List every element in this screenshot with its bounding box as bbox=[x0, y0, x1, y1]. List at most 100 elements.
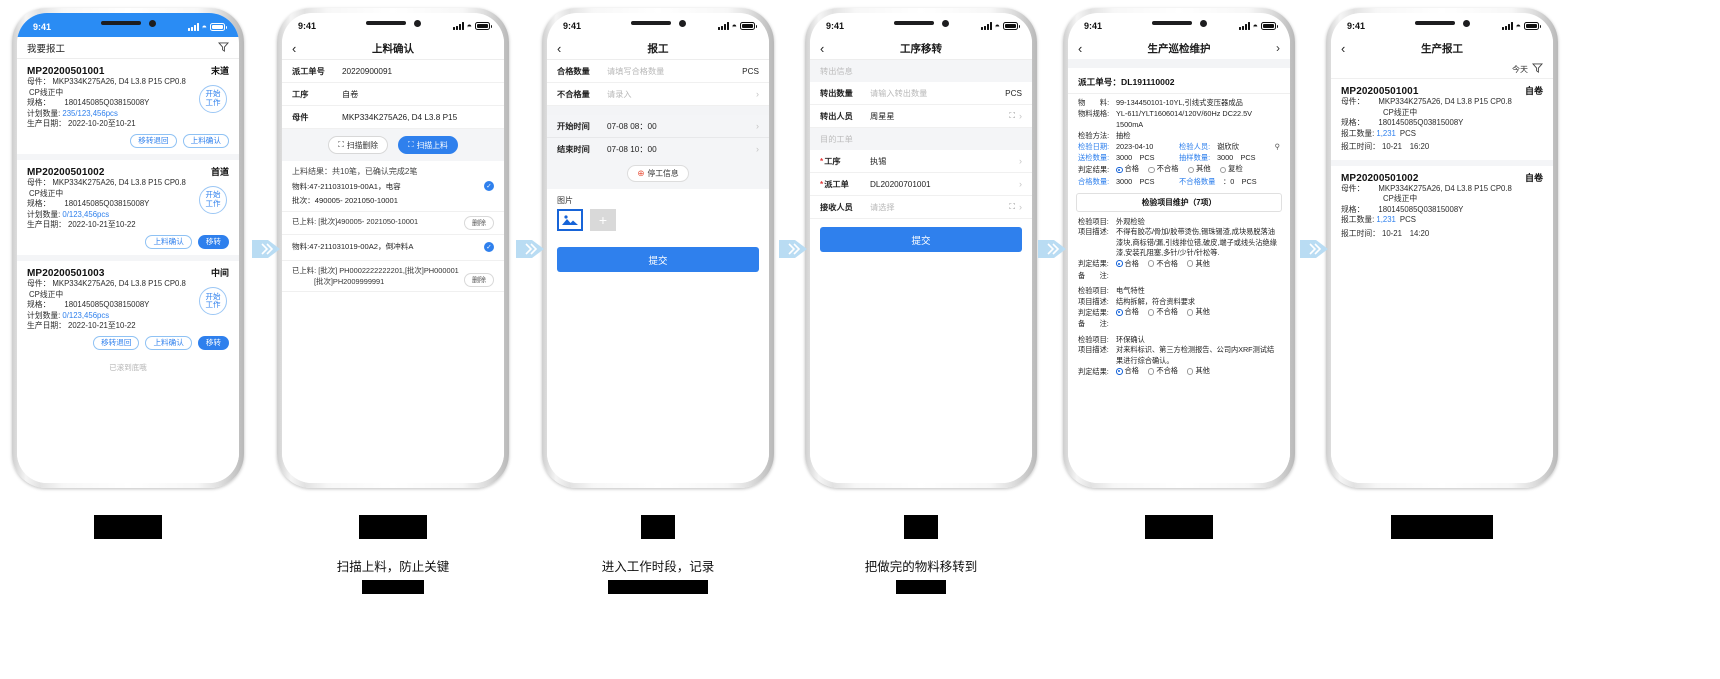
target-process-value[interactable]: 执锡 bbox=[870, 155, 1015, 167]
report-time-value: 10-21 16:20 bbox=[1381, 142, 1430, 152]
spec-label: 规格： bbox=[27, 300, 51, 310]
delete-button[interactable]: 删除 bbox=[464, 216, 494, 230]
page-title: 生产报工 bbox=[1421, 42, 1463, 55]
report-list[interactable]: MP20200501001 自卷 母件： MKP334K275A26, D4 L… bbox=[1331, 79, 1553, 483]
inspection-item-maintenance-button[interactable]: 检验项目维护（7项） bbox=[1076, 192, 1282, 212]
radio-fail[interactable]: 不合格 bbox=[1147, 307, 1178, 317]
transfer-person-row[interactable]: 转出人员 周星星 ⛶ › bbox=[810, 105, 1032, 128]
material-label: 物 料: bbox=[1078, 98, 1110, 107]
transfer-person-value[interactable]: 周星星 bbox=[870, 110, 1009, 122]
feeding-confirm-button[interactable]: 上料确认 bbox=[182, 133, 229, 149]
card-actions: 移转退回 上料确认 bbox=[27, 133, 229, 149]
radio-pass[interactable]: 合格 bbox=[1116, 259, 1139, 269]
item-desc-row: 项目描述: 对来料标识、第三方检测报告、公司内XRF测试结果进行综合确认。 bbox=[1078, 345, 1280, 365]
receiver-value[interactable]: 请选择 bbox=[870, 201, 1009, 213]
table-row[interactable]: MP20200501003 中间 母件： MKP334K275A26, D4 L… bbox=[17, 261, 239, 357]
add-icon[interactable]: + bbox=[590, 209, 616, 231]
radio-fail[interactable]: 不合格 bbox=[1148, 164, 1179, 175]
feeding-confirm-button[interactable]: 上料确认 bbox=[145, 234, 192, 250]
radio-other[interactable]: 其他 bbox=[1186, 366, 1210, 376]
inspection-header: 派工单号：DL191110002 bbox=[1068, 68, 1290, 94]
radio-pass[interactable]: 合格 bbox=[1116, 164, 1139, 175]
qualified-qty-row: 合格数量: 3000 PCS 不合格数量 ：0 PCS bbox=[1078, 177, 1280, 188]
qty-row: 计划数量: 0 /123,456pcs bbox=[27, 210, 229, 221]
table-row[interactable]: MP20200501002 首道 母件： MKP334K275A26, D4 L… bbox=[17, 160, 239, 262]
table-row[interactable]: MP20200501001 末道 母件： MKP334K275A26, D4 L… bbox=[17, 59, 239, 161]
flow-arrow-2 bbox=[516, 232, 550, 266]
target-dispatch-value[interactable]: DL20200701001 bbox=[870, 180, 1015, 189]
start-time-value[interactable]: 07-08 08：00 bbox=[607, 120, 752, 132]
radio-other[interactable]: 其他 bbox=[1186, 259, 1210, 269]
table-row[interactable]: MP20200501001 自卷 母件： MKP334K275A26, D4 L… bbox=[1331, 79, 1553, 166]
scan-icon[interactable]: ⛶ bbox=[1009, 111, 1015, 121]
back-icon[interactable]: ‹ bbox=[557, 42, 571, 55]
radio-other-label: 其他 bbox=[1195, 366, 1210, 376]
item-remark-row[interactable]: 备 注: bbox=[1078, 271, 1280, 281]
table-row[interactable]: MP20200501002 自卷 母件： MKP334K275A26, D4 L… bbox=[1331, 166, 1553, 247]
next-page-icon[interactable]: › bbox=[1276, 41, 1280, 55]
today-filter-label[interactable]: 今天 bbox=[1512, 64, 1528, 75]
list-item: 检验项目: 外观检验 项目描述: 不得有胶芯/骨加/胶带烫伤,锡珠锡渣,成块易脱… bbox=[1068, 217, 1290, 281]
submit-button[interactable]: 提交 bbox=[820, 227, 1022, 252]
radio-pass[interactable]: 合格 bbox=[1116, 366, 1139, 376]
end-time-row[interactable]: 结束时间 07-08 10：00 › bbox=[547, 138, 769, 160]
scan-delete-button[interactable]: ⛶ 扫描删除 bbox=[328, 136, 388, 154]
transfer-button[interactable]: 移转 bbox=[197, 335, 229, 351]
feeding-confirm-button[interactable]: 上料确认 bbox=[145, 335, 192, 351]
receiver-row[interactable]: 接收人员 请选择 ⛶ › bbox=[810, 196, 1032, 219]
item-desc-row: 项目描述: 不得有胶芯/骨加/胶带烫伤,锡珠锡渣,成块易脱落油漆块,商标错/漏,… bbox=[1078, 227, 1280, 258]
scan-load-button[interactable]: ⛶ 扫描上料 bbox=[398, 136, 458, 154]
transfer-return-button[interactable]: 移转退回 bbox=[130, 133, 177, 149]
filter-icon[interactable] bbox=[217, 41, 230, 55]
back-icon[interactable]: ‹ bbox=[820, 42, 834, 55]
qualified-qty-row[interactable]: 合格数量 请填写合格数量 PCS bbox=[547, 60, 769, 83]
qualified-qty-unit: PCS bbox=[742, 66, 759, 76]
submit-button[interactable]: 提交 bbox=[557, 247, 759, 272]
radio-recheck[interactable]: 复检 bbox=[1219, 164, 1243, 175]
radio-other[interactable]: 其他 bbox=[1186, 307, 1210, 317]
transfer-return-button[interactable]: 移转退回 bbox=[93, 335, 140, 351]
phone-5-screen-shell: 9:41 ◓ ‹ 生产巡检维护 › 派工单号：DL191110002 物 料: … bbox=[1068, 13, 1290, 483]
card-header: MP20200501001 自卷 bbox=[1341, 84, 1543, 97]
qualified-qty-input[interactable]: 请填写合格数量 bbox=[607, 65, 738, 77]
start-time-row[interactable]: 开始时间 07-08 08：00 › bbox=[547, 115, 769, 138]
report-qty-row: 报工数量: 1,231 PCS bbox=[1341, 215, 1543, 226]
transfer-qty-row[interactable]: 转出数量 请输入转出数量 PCS bbox=[810, 82, 1032, 105]
radio-fail[interactable]: 不合格 bbox=[1147, 259, 1178, 269]
back-icon[interactable]: ‹ bbox=[1078, 42, 1092, 55]
caption-title: 报工 bbox=[640, 515, 675, 539]
caption-3: 报工 进入工作时段，记录 工作时长及完成量 bbox=[542, 515, 774, 597]
start-work-button[interactable]: 开始 工作 bbox=[199, 287, 227, 316]
inspector-label: 检验人员: bbox=[1179, 142, 1211, 152]
end-time-value[interactable]: 07-08 10：00 bbox=[607, 143, 752, 155]
radio-fail[interactable]: 不合格 bbox=[1147, 366, 1178, 376]
parent-part-value-2: CP线正中 bbox=[29, 289, 64, 299]
radio-other[interactable]: 其他 bbox=[1187, 164, 1211, 175]
item-name-row: 检验项目: 外观检验 bbox=[1078, 217, 1280, 227]
back-icon[interactable]: ‹ bbox=[1341, 42, 1355, 55]
target-dispatch-row[interactable]: 派工单 DL20200701001 › bbox=[810, 173, 1032, 196]
defect-qty-row[interactable]: 不合格量 请录入 › bbox=[547, 83, 769, 106]
radio-pass[interactable]: 合格 bbox=[1116, 307, 1139, 317]
image-icon[interactable] bbox=[557, 209, 583, 231]
order-id: MP20200501002 bbox=[1341, 172, 1419, 184]
transfer-qty-input[interactable]: 请输入转出数量 bbox=[870, 87, 1001, 99]
scan-actions: ⛶ 扫描删除 ⛶ 扫描上料 bbox=[282, 129, 504, 161]
back-icon[interactable]: ‹ bbox=[292, 42, 306, 55]
item-remark-row[interactable]: 备 注: bbox=[1078, 319, 1280, 329]
stop-info-button[interactable]: ⊕ 停工信息 bbox=[627, 165, 689, 182]
defect-qty-input[interactable]: 请录入 bbox=[607, 88, 752, 100]
camera-icon bbox=[1199, 19, 1207, 27]
scan-icon[interactable]: ⛶ bbox=[1009, 202, 1015, 212]
search-icon[interactable]: ⚲ bbox=[1275, 142, 1280, 153]
target-process-label: 工序 bbox=[820, 155, 870, 167]
start-work-line2: 工作 bbox=[205, 300, 221, 310]
start-work-button[interactable]: 开始 工作 bbox=[199, 85, 227, 113]
delete-button[interactable]: 删除 bbox=[464, 272, 494, 287]
start-work-button[interactable]: 开始 工作 bbox=[199, 186, 227, 215]
target-process-row[interactable]: 工序 执锡 › bbox=[810, 150, 1032, 173]
transfer-button[interactable]: 移转 bbox=[197, 234, 229, 250]
qualified-qty-label: 合格数量 bbox=[557, 67, 590, 76]
filter-icon[interactable] bbox=[1531, 63, 1544, 75]
work-order-list[interactable]: MP20200501001 末道 母件： MKP334K275A26, D4 L… bbox=[17, 59, 239, 483]
